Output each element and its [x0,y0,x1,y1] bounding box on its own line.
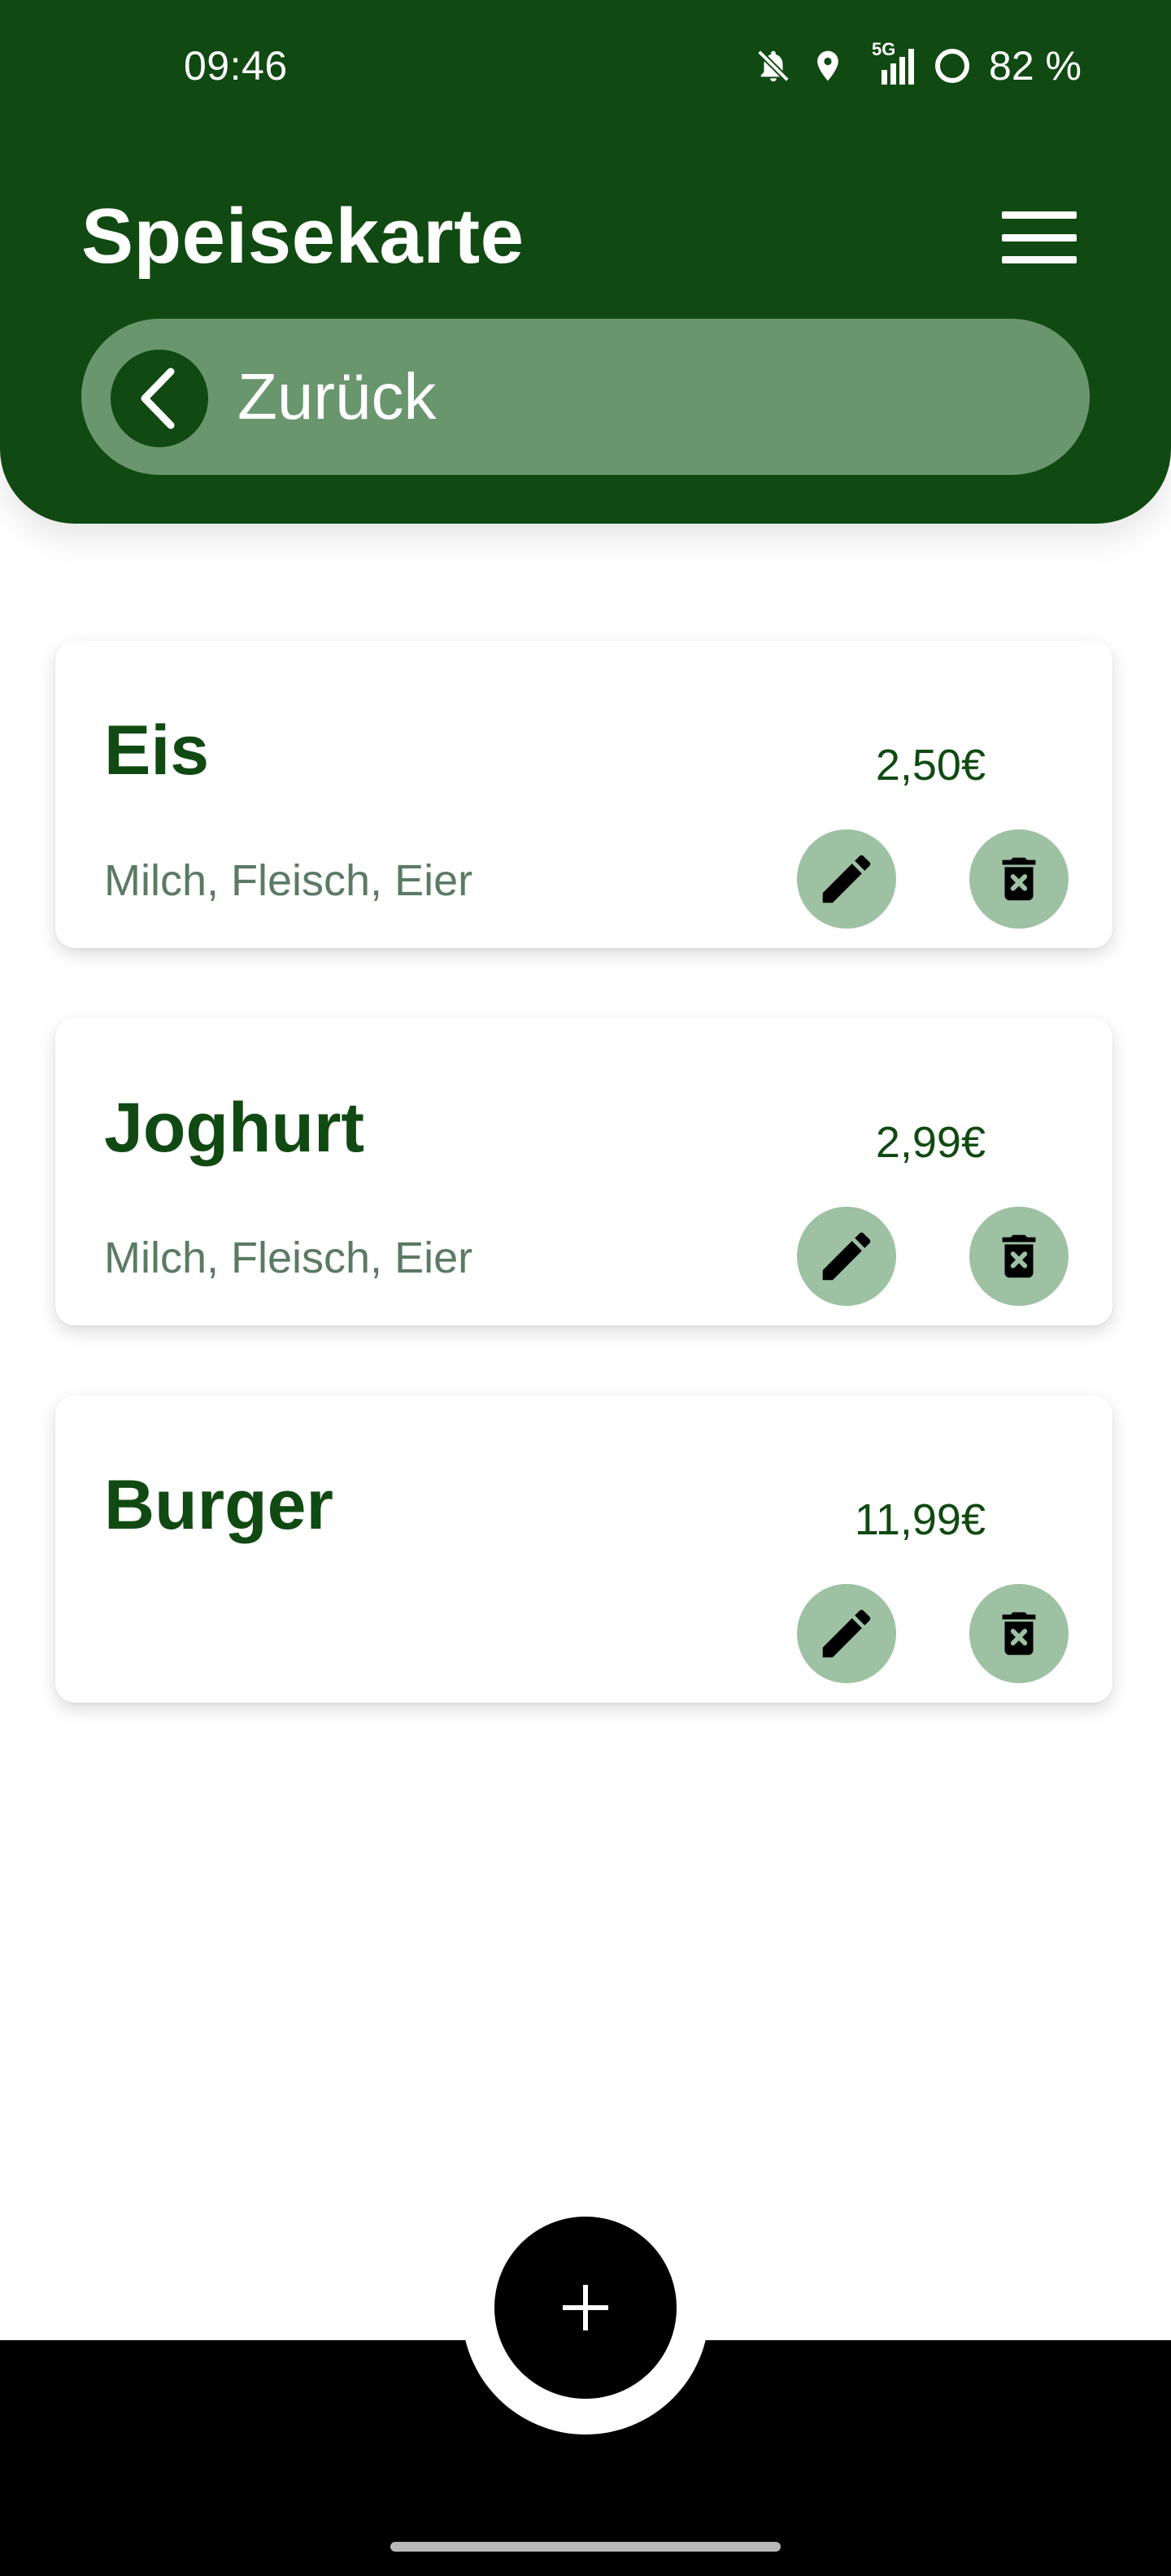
menu-item-card: Joghurt 2,99€ Milch, Fleisch, Eier [55,1018,1112,1325]
battery-ring-icon [934,47,971,85]
delete-button[interactable] [969,1207,1069,1306]
home-indicator[interactable] [390,2542,781,2552]
app-header: 09:46 5G 82 % Speisekarte Zurück [0,0,1171,524]
signal-5g-icon: 5G [864,39,916,86]
add-item-button[interactable] [494,2217,677,2399]
menu-line [1002,211,1077,219]
edit-button[interactable] [797,829,896,929]
plus-icon [563,2285,608,2330]
menu-item-price: 2,50€ [875,741,986,790]
back-button[interactable]: Zurück [81,319,1090,475]
trash-icon [1002,1612,1036,1656]
pencil-icon [822,1232,871,1281]
chevron-left-icon [141,368,175,429]
menu-item-card: Burger 11,99€ [55,1395,1112,1703]
menu-item-price: 11,99€ [854,1495,986,1544]
trash-icon [1002,1234,1036,1278]
hamburger-menu-icon[interactable] [999,207,1080,268]
page-title: Speisekarte [81,193,525,280]
menu-item-description: Milch, Fleisch, Eier [104,1234,473,1282]
edit-button[interactable] [797,1207,896,1306]
back-icon-circle [111,350,208,447]
battery-level: 82 % [989,43,1082,89]
menu-item-name: Joghurt [104,1089,365,1167]
menu-item-price: 2,99€ [875,1118,986,1167]
status-icons: 5G 82 % [755,37,1082,94]
menu-item-description: Milch, Fleisch, Eier [104,856,473,905]
edit-button[interactable] [797,1584,896,1683]
app-screen: 09:46 5G 82 % Speisekarte Zurück Eis 2,5… [0,0,1171,2576]
pencil-icon [822,1609,871,1658]
pencil-icon [822,855,871,903]
delete-button[interactable] [969,829,1069,929]
back-label: Zurück [237,360,437,433]
menu-line [1002,233,1077,242]
location-icon [810,46,846,85]
menu-item-name: Eis [104,711,210,790]
trash-icon [1002,857,1036,901]
delete-button[interactable] [969,1584,1069,1683]
status-time: 09:46 [184,43,288,89]
menu-line [1002,256,1077,263]
menu-item-name: Burger [104,1466,333,1544]
bell-off-icon [755,47,792,85]
menu-item-card: Eis 2,50€ Milch, Fleisch, Eier [55,641,1112,948]
